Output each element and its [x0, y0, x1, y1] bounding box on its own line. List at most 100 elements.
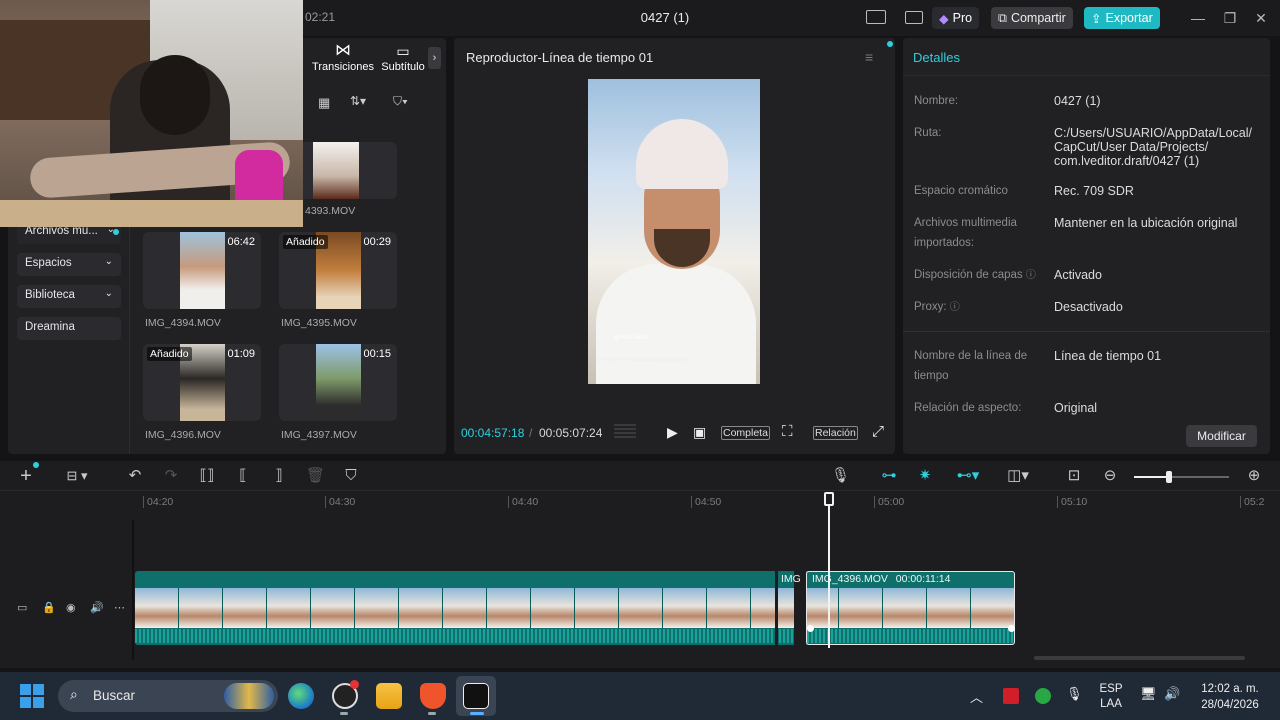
details-header-divider [903, 75, 1270, 76]
clip-gap [775, 571, 778, 645]
track-cover-icon[interactable]: ▭ [17, 601, 27, 614]
media-duration: 00:29 [363, 236, 391, 248]
ruler-tick: 04:20 [142, 496, 174, 508]
filter-icon[interactable]: ⛉▾ [393, 94, 408, 109]
detail-label: Espacio cromático [914, 185, 1008, 197]
security-icon[interactable] [1035, 688, 1051, 704]
sidebar-item-label: Biblioteca [25, 289, 75, 301]
volume-tray-icon[interactable]: 🔊 [1164, 686, 1180, 702]
layout-select-icon[interactable]: ⊟ ▾ [58, 467, 96, 485]
input-language[interactable]: ESP LAA [1097, 682, 1125, 712]
media-item-name: IMG_4394.MOV [145, 317, 221, 329]
playhead[interactable] [828, 494, 830, 648]
more-icon[interactable]: ⋯ [114, 601, 125, 614]
clock[interactable]: 12:02 a. m. 28/04/2026 [1192, 681, 1268, 713]
add-track-icon[interactable]: + [17, 466, 35, 486]
zoom-in-icon[interactable]: ⊕ [1245, 467, 1263, 485]
keyframe-handle[interactable] [1008, 625, 1015, 632]
taskbar-search[interactable]: ⌕ Buscar [58, 680, 278, 712]
crop-icon[interactable]: ⛶ [782, 423, 793, 440]
playhead-handle[interactable] [824, 492, 834, 506]
sidebar-item-label: Espacios [25, 257, 72, 269]
sidebar-item-library[interactable]: Biblioteca ⌄ [17, 285, 121, 308]
windows-start-icon[interactable] [20, 684, 44, 708]
search-highlight-icon [224, 683, 274, 709]
ruler-tick: 05:00 [873, 496, 905, 508]
share-button[interactable]: ⧉ Compartir [991, 7, 1073, 29]
info-icon[interactable]: ⓘ [1026, 270, 1036, 281]
link-main-icon[interactable]: ⊶ [878, 467, 900, 485]
detail-label: Relación de aspecto: [914, 402, 1022, 414]
grid-view-icon[interactable]: ▦ [318, 95, 330, 111]
capcut-icon[interactable] [463, 683, 489, 709]
marker-icon[interactable]: ⛉ [342, 467, 360, 485]
media-item[interactable]: 00:15 [279, 344, 397, 421]
share-icon: ⧉ [998, 10, 1007, 25]
menu-icon[interactable]: ≡ [865, 49, 873, 65]
magnet-icon[interactable]: ✷ [915, 467, 935, 485]
trim-right-icon[interactable]: ⟧ [270, 467, 288, 485]
tab-subtitles[interactable]: ▭ Subtítulo [380, 43, 426, 73]
media-item[interactable]: 06:42 [143, 232, 261, 309]
sidebar-item-spaces[interactable]: Espacios ⌄ [17, 253, 121, 276]
preview-axis-icon[interactable]: ◫▾ [1000, 467, 1036, 485]
subtitle-icon: ▭ [396, 43, 410, 59]
timeline-scrollbar[interactable] [1034, 656, 1245, 660]
notification-dot [33, 462, 39, 468]
timecode-format-icon[interactable] [614, 424, 636, 439]
zoom-handle[interactable] [1166, 471, 1173, 483]
detail-label: Nombre de la línea de tiempo [914, 350, 1028, 382]
modify-button[interactable]: Modificar [1186, 425, 1257, 447]
added-badge: Añadido [283, 235, 328, 249]
volume-icon[interactable]: 🔊 [90, 601, 104, 614]
undo-icon[interactable]: ↶ [126, 467, 144, 485]
preview-shirt [596, 264, 756, 384]
minimize-icon[interactable]: — [1189, 9, 1207, 27]
edge-icon[interactable] [288, 683, 314, 709]
amd-icon[interactable] [1003, 688, 1019, 704]
file-explorer-icon[interactable] [376, 683, 402, 709]
preview-overlay-name: @Your name [614, 335, 649, 341]
tabs-next-button[interactable]: › [428, 47, 441, 69]
layout-icon[interactable] [866, 10, 886, 24]
zoom-out-icon[interactable]: ⊖ [1101, 467, 1119, 485]
info-icon[interactable]: ⓘ [950, 302, 960, 313]
media-item[interactable]: Añadido 01:09 [143, 344, 261, 421]
maximize-icon[interactable]: ❐ [1221, 9, 1239, 27]
ratio-button[interactable]: Relación [813, 426, 858, 440]
full-button[interactable]: Completa [721, 426, 770, 440]
trim-left-icon[interactable]: ⟦ [234, 467, 252, 485]
details-divider [903, 331, 1270, 332]
brave-icon[interactable] [420, 683, 446, 709]
tab-transitions[interactable]: ⋈ Transiciones [312, 43, 374, 74]
link-icon[interactable]: ⊷▾ [950, 467, 986, 485]
eye-icon[interactable]: ◉ [66, 601, 76, 614]
split-icon[interactable]: ⟦⟧ [198, 467, 216, 485]
close-icon[interactable]: ✕ [1252, 9, 1270, 27]
webcam-overlay [0, 0, 303, 227]
detail-label: Disposición de capas ⓘ [914, 265, 1044, 286]
export-button[interactable]: ⇪ Exportar [1084, 7, 1160, 29]
thumbnail-size-icon[interactable]: ⊡ [1064, 467, 1084, 485]
sidebar-item-dreamina[interactable]: Dreamina [17, 317, 121, 340]
thumbnail-image [313, 142, 359, 199]
pro-button[interactable]: ◆ Pro [932, 7, 980, 29]
fullscreen-icon[interactable]: ⤢ [872, 423, 884, 440]
shortcuts-icon[interactable] [905, 11, 923, 24]
media-item-name: IMG_4395.MOV [281, 317, 357, 329]
lock-icon[interactable]: 🔒 [42, 601, 56, 614]
network-icon[interactable]: 🖥 [1140, 686, 1157, 702]
microphone-tray-icon[interactable]: 🎙 [1066, 686, 1083, 702]
detail-value: Mantener en la ubicación original [1054, 216, 1238, 230]
delete-icon[interactable]: 🗑 [306, 467, 325, 485]
redo-icon[interactable]: ↷ [162, 467, 180, 485]
clip-label: IMG [781, 573, 801, 585]
play-icon[interactable]: ▶ [667, 424, 678, 441]
sort-icon[interactable]: ⇅▾ [350, 94, 366, 108]
keyframe-handle[interactable] [807, 625, 814, 632]
task-indicator [470, 712, 484, 715]
chevron-up-icon[interactable]: ︿ [970, 687, 983, 706]
snapshot-icon[interactable]: ▣ [693, 424, 706, 441]
microphone-icon[interactable]: 🎙 [831, 467, 850, 485]
media-item[interactable]: Añadido 00:29 [279, 232, 397, 309]
